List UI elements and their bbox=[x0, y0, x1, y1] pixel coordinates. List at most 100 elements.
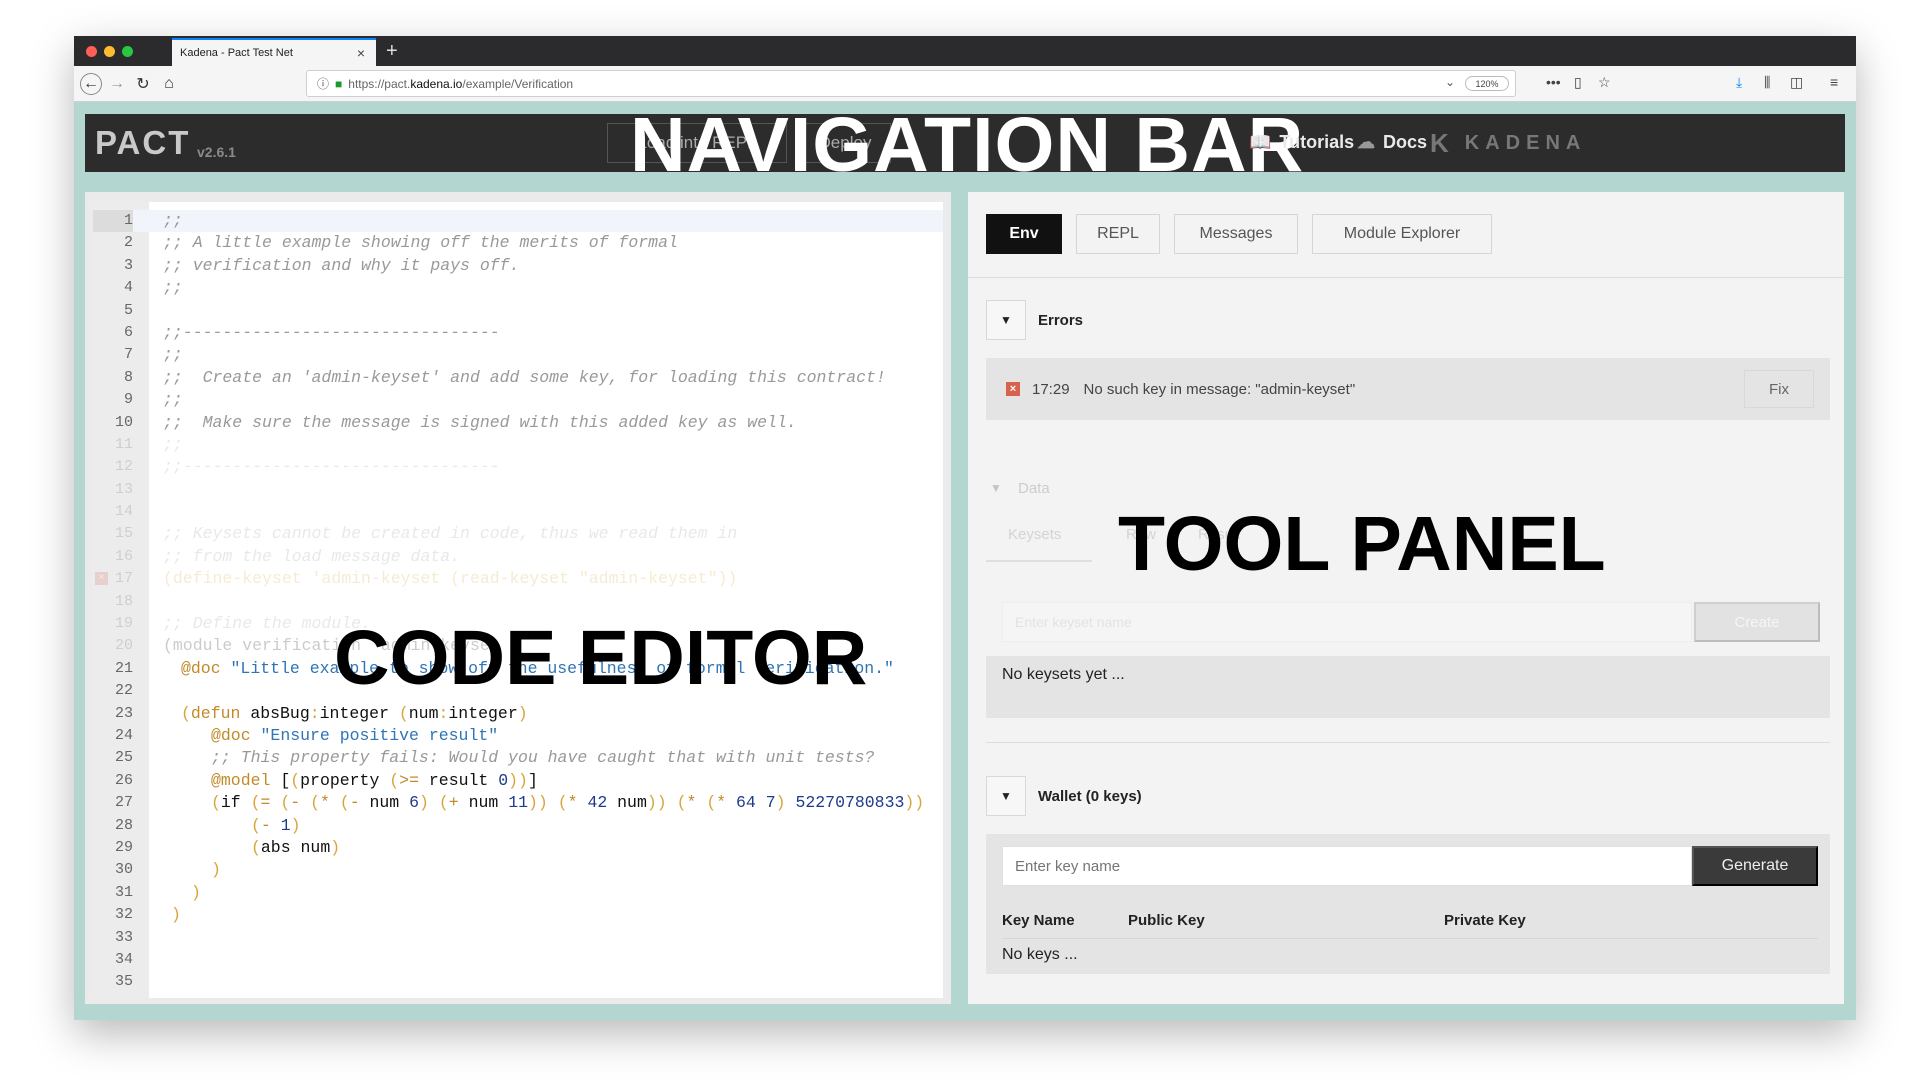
code-line[interactable]: 7;; bbox=[93, 344, 943, 366]
code-line[interactable]: 24 @doc "Ensure positive result" bbox=[93, 725, 943, 747]
wallet-title: Wallet (0 keys) bbox=[1038, 787, 1142, 805]
code-line[interactable]: 16;; from the load message data. bbox=[93, 546, 943, 568]
code-line[interactable]: 33 bbox=[93, 927, 943, 949]
download-icon[interactable]: ⤓ bbox=[1736, 74, 1742, 91]
maximize-window-icon[interactable] bbox=[122, 46, 133, 57]
kadena-logo[interactable]: K KADENA bbox=[1430, 128, 1586, 159]
column-header-public-key: Public Key bbox=[1128, 912, 1205, 929]
code-line[interactable]: 2;; A little example showing off the mer… bbox=[93, 232, 943, 254]
code-line[interactable]: 11;; bbox=[93, 434, 943, 456]
sidebar-icon[interactable]: ◫ bbox=[1790, 74, 1803, 91]
code-editor-surface[interactable]: 1;; 2;; A little example showing off the… bbox=[93, 202, 943, 998]
back-icon[interactable]: ← bbox=[80, 73, 102, 95]
code-line[interactable]: 3;; verification and why it pays off. bbox=[93, 255, 943, 277]
code-line[interactable]: 34 bbox=[93, 949, 943, 971]
data-title: Data bbox=[1018, 479, 1050, 497]
tutorials-label: Tutorials bbox=[1279, 132, 1355, 152]
tab-module-explorer[interactable]: Module Explorer bbox=[1312, 214, 1492, 254]
section-divider bbox=[986, 742, 1830, 743]
library-icon[interactable]: ⫼ bbox=[1764, 74, 1770, 91]
chevron-down-icon[interactable]: ⌄ bbox=[1445, 75, 1455, 89]
reload-icon[interactable]: ↻ bbox=[132, 73, 154, 95]
generate-key-button[interactable]: Generate bbox=[1692, 846, 1818, 886]
url-prefix: https://pact. bbox=[348, 76, 411, 91]
code-line[interactable]: 1;; bbox=[93, 210, 943, 233]
tab-keysets[interactable]: Keysets bbox=[1008, 526, 1061, 543]
zoom-level[interactable]: 120% bbox=[1465, 76, 1509, 91]
key-name-input[interactable] bbox=[1002, 846, 1692, 886]
code-line[interactable]: 4;; bbox=[93, 277, 943, 299]
code-line[interactable]: 18 bbox=[93, 591, 943, 613]
tool-panel-label: TOOL PANEL bbox=[1118, 501, 1606, 587]
book-icon: 📖 bbox=[1249, 132, 1272, 152]
info-icon[interactable]: ⓘ bbox=[317, 75, 329, 92]
create-keyset-button[interactable]: Create bbox=[1694, 602, 1820, 642]
error-time: 17:29 bbox=[1032, 380, 1070, 398]
code-line-error[interactable]: × 17 (define-keyset 'admin-keyset (read-ke… bbox=[93, 568, 943, 590]
error-item: × 17:29 No such key in message: "admin-k… bbox=[986, 358, 1830, 420]
browser-tab-title: Kadena - Pact Test Net bbox=[180, 47, 293, 59]
code-line[interactable]: 6 ;;-------------------------------- bbox=[93, 322, 943, 344]
errors-section-header: ▼ Errors bbox=[986, 300, 1083, 340]
cloud-icon: ☁ bbox=[1357, 132, 1375, 152]
browser-tab[interactable]: Kadena - Pact Test Net × bbox=[172, 38, 376, 66]
forward-icon[interactable]: → bbox=[106, 73, 128, 95]
chevron-down-icon[interactable]: ▼ bbox=[986, 776, 1026, 816]
keyset-name-input[interactable]: Enter keyset name bbox=[1002, 602, 1692, 642]
code-line[interactable]: 10;; Make sure the message is signed wit… bbox=[93, 412, 943, 434]
tool-panel: Env REPL Messages Module Explorer ▼ Erro… bbox=[968, 192, 1844, 1004]
code-lines[interactable]: 1;; 2;; A little example showing off the… bbox=[93, 210, 943, 994]
home-icon[interactable]: ⌂ bbox=[158, 73, 180, 95]
close-window-icon[interactable] bbox=[86, 46, 97, 57]
more-icon[interactable]: ••• bbox=[1546, 74, 1561, 90]
code-line[interactable]: 29 (abs num) bbox=[93, 837, 943, 859]
code-line[interactable]: 8;; Create an 'admin-keyset' and add som… bbox=[93, 367, 943, 389]
pact-logo: PACT bbox=[95, 124, 191, 161]
docs-label: Docs bbox=[1383, 132, 1428, 152]
navigation-bar-label: NAVIGATION BAR bbox=[630, 102, 1305, 188]
url-input[interactable]: ⓘ ■ https://pact. kadena.io/example/Verif… bbox=[306, 70, 1516, 97]
code-line[interactable]: 23 (defun absBug:integer (num:integer) bbox=[93, 703, 943, 725]
wallet-box: Generate Key Name Public Key Private Key… bbox=[986, 834, 1830, 974]
url-path: /example/Verification bbox=[462, 76, 574, 91]
error-icon: × bbox=[1006, 382, 1020, 396]
bookmark-star-icon[interactable]: ☆ bbox=[1598, 74, 1611, 91]
chevron-down-icon[interactable]: ▼ bbox=[986, 468, 1006, 508]
code-line[interactable]: 31) bbox=[93, 882, 943, 904]
address-bar: ← → ↻ ⌂ ⓘ ■ https://pact. kadena.io/examp… bbox=[74, 66, 1856, 102]
code-line[interactable]: 32) bbox=[93, 904, 943, 926]
browser-tab-bar: Kadena - Pact Test Net × + bbox=[74, 36, 1856, 66]
table-header-divider bbox=[1002, 938, 1818, 939]
pact-app: PACT v2.6.1 Load into REPL Deploy NAVIGA… bbox=[74, 102, 1856, 1020]
tab-messages[interactable]: Messages bbox=[1174, 214, 1298, 254]
code-line[interactable]: 27 (if (= (- (* (- num 6) (+ num 11)) (* … bbox=[93, 792, 943, 814]
code-line[interactable]: 13 bbox=[93, 479, 943, 501]
fix-button[interactable]: Fix bbox=[1744, 370, 1814, 408]
tab-env[interactable]: Env bbox=[986, 214, 1062, 254]
version-label: v2.6.1 bbox=[197, 144, 236, 160]
code-line[interactable]: 5 bbox=[93, 300, 943, 322]
code-line[interactable]: 15;; Keysets cannot be created in code, … bbox=[93, 523, 943, 545]
column-header-key-name: Key Name bbox=[1002, 912, 1075, 929]
code-line[interactable]: 26 @model [(property (>= result 0))] bbox=[93, 770, 943, 792]
tutorials-link[interactable]: 📖 Tutorials bbox=[1249, 132, 1354, 153]
code-line[interactable]: 25;; This property fails: Would you have… bbox=[93, 747, 943, 769]
kadena-k-icon: K bbox=[1430, 128, 1455, 158]
column-header-private-key: Private Key bbox=[1444, 912, 1526, 929]
menu-icon[interactable]: ≡ bbox=[1830, 74, 1838, 90]
lock-icon: ■ bbox=[335, 76, 343, 91]
tab-repl[interactable]: REPL bbox=[1076, 214, 1160, 254]
code-line[interactable]: 28 (- 1) bbox=[93, 815, 943, 837]
docs-link[interactable]: ☁ Docs bbox=[1357, 132, 1427, 153]
code-line[interactable]: 35 bbox=[93, 971, 943, 993]
new-tab-icon[interactable]: + bbox=[386, 38, 398, 64]
code-line[interactable]: 30) bbox=[93, 859, 943, 881]
code-line[interactable]: 9;; bbox=[93, 389, 943, 411]
panel-tabs: Env REPL Messages Module Explorer bbox=[968, 192, 1844, 278]
reader-icon[interactable]: ▯ bbox=[1574, 74, 1582, 91]
code-line[interactable]: 14 bbox=[93, 501, 943, 523]
chevron-down-icon[interactable]: ▼ bbox=[986, 300, 1026, 340]
minimize-window-icon[interactable] bbox=[104, 46, 115, 57]
close-tab-icon[interactable]: × bbox=[354, 45, 368, 61]
code-line[interactable]: 12 ;;-------------------------------- bbox=[93, 456, 943, 478]
